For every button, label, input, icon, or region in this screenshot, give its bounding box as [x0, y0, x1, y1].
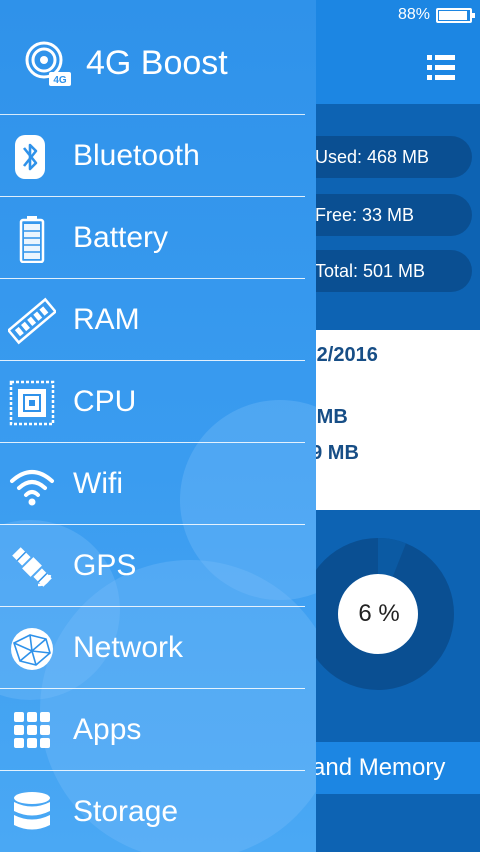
menu-item-network[interactable]: Network: [0, 607, 305, 689]
menu-label-battery: Battery: [73, 221, 169, 254]
battery-percent: 88%: [397, 6, 430, 23]
section-label: and Memory: [312, 754, 446, 781]
battery-icon: [19, 216, 45, 263]
donut-percent-label: 6 %: [358, 600, 400, 627]
menu-label-wifi: Wifi: [73, 467, 123, 500]
menu-label-apps: Apps: [73, 713, 142, 746]
menu-label-bluetooth: Bluetooth: [73, 139, 200, 172]
app-name: 4G Boost: [86, 44, 228, 82]
menu-item-battery[interactable]: Battery: [0, 197, 305, 279]
satellite-icon: [12, 547, 52, 587]
menu-label-cpu: CPU: [73, 385, 137, 418]
menu-item-cpu[interactable]: CPU: [0, 361, 305, 443]
logo-badge: 4G: [53, 75, 67, 86]
menu-item-ram[interactable]: RAM: [0, 279, 305, 361]
menu-item-wifi[interactable]: Wifi: [0, 443, 305, 525]
wifi-icon: [10, 470, 54, 506]
globe-icon: [11, 628, 53, 670]
menu-item-bluetooth[interactable]: Bluetooth: [0, 115, 305, 197]
menu-item-storage[interactable]: Storage: [0, 771, 305, 852]
drawer-header: 4G 4G Boost: [0, 0, 316, 114]
grid-icon: [14, 712, 50, 748]
database-icon: [14, 792, 50, 830]
ram-used-pill: Used: 468 MB: [290, 136, 472, 178]
menu-label-ram: RAM: [73, 303, 140, 336]
menu-label-network: Network: [73, 631, 184, 664]
ram-free-pill: Free: 33 MB: [290, 194, 472, 236]
ram-total-pill: Total: 501 MB: [290, 250, 472, 292]
signal-logo-icon: 4G: [25, 41, 71, 86]
donut-slice: [377, 538, 406, 578]
menu-label-gps: GPS: [73, 549, 137, 582]
ram-icon: [8, 297, 56, 345]
menu-item-gps[interactable]: GPS: [0, 525, 305, 607]
navigation-drawer: 4G 4G Boost Bluetooth Battery RAM CPU Wi…: [0, 0, 316, 852]
menu-label-storage: Storage: [73, 795, 179, 828]
cpu-icon: [9, 380, 55, 426]
menu-item-apps[interactable]: Apps: [0, 689, 305, 771]
list-menu-icon[interactable]: [427, 55, 455, 81]
status-battery-icon: [436, 7, 475, 23]
status-bar-battery: 88%: [397, 6, 475, 24]
bluetooth-icon: [15, 135, 45, 179]
